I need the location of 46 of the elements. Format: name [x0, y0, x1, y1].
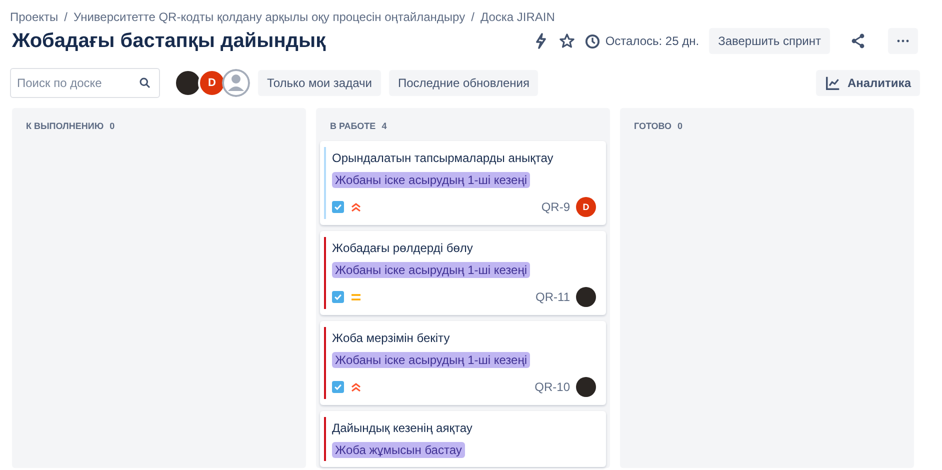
more-icon: [897, 39, 909, 43]
column-title: ГОТОВО: [634, 121, 672, 131]
epic-label: Жоба жұмысын бастау: [332, 442, 465, 458]
issue-card[interactable]: Жобадағы рөлдерді бөлу Жобаны іске асырудың 1-ші кезеңі QR-11: [320, 231, 606, 315]
assignee-avatar-photo: [576, 377, 596, 397]
card-title: Дайындық кезенің аяқтау: [332, 421, 474, 435]
card-title: Жоба мерзімін бекіту: [332, 331, 451, 345]
breadcrumb-link[interactable]: Доска JIRAIN: [480, 10, 555, 24]
filter-button[interactable]: Только мои задачи: [258, 70, 381, 96]
issue-key: QR-11: [536, 290, 570, 304]
assignee-avatar-photo: [576, 287, 596, 307]
priority-high-icon: [350, 201, 362, 213]
page-title: Жобадағы бастапқы дайындық: [11, 30, 326, 52]
priority-medium-icon: [350, 291, 362, 303]
column-title: В РАБОТЕ: [330, 121, 376, 131]
avatar[interactable]: D: [198, 69, 226, 97]
epic-label: Жобаны іске асырудың 1-ші кезеңі: [332, 172, 530, 188]
complete-sprint-button[interactable]: Завершить спринт: [709, 28, 830, 54]
card-title: Жобадағы рөлдерді бөлу: [332, 241, 474, 255]
chart-icon: [825, 76, 842, 90]
share-icon[interactable]: [850, 33, 866, 49]
priority-high-icon: [350, 381, 362, 393]
assignee-avatar: D: [576, 197, 596, 217]
star-icon[interactable]: [559, 33, 576, 49]
column-count: 0: [110, 121, 115, 131]
clock-icon: [585, 34, 600, 48]
issue-key: QR-9: [541, 200, 570, 214]
issue-card[interactable]: Дайындық кезенің аяқтау Жоба жұмысын бастау: [320, 411, 606, 467]
column-count: 4: [382, 121, 387, 131]
breadcrumb-separator: /: [471, 10, 474, 24]
search-icon: [139, 77, 151, 89]
search-field[interactable]: Поиск по доске: [10, 68, 160, 98]
filter-button[interactable]: Последние обновления: [388, 70, 538, 96]
column-title: К ВЫПОЛНЕНИЮ: [26, 121, 104, 131]
issue-card[interactable]: Жоба мерзімін бекіту Жобаны іске асырудың 1-ші кезеңі QR-10: [320, 321, 606, 405]
breadcrumb-link[interactable]: Университетте QR-кодты қолдану арқылы оқу процесін оңтайландыру: [74, 10, 466, 24]
epic-label: Жобаны іске асырудың 1-ші кезеңі: [332, 352, 530, 368]
analytics-button[interactable]: Аналитика: [816, 70, 920, 96]
column-count: 0: [678, 121, 683, 131]
card-title: Орындалатын тапсырмаларды анықтау: [332, 151, 554, 165]
breadcrumb-link[interactable]: Проекты: [10, 10, 58, 24]
remaining-time: Осталось: 25 дн.: [605, 34, 700, 48]
issue-card[interactable]: Орындалатын тапсырмаларды анықтау Жобаны іске асырудың 1-ші кезеңі QR-9 D: [320, 141, 606, 225]
epic-label: Жобаны іске асырудың 1-ші кезеңі: [332, 262, 530, 278]
issue-key: QR-10: [534, 380, 570, 394]
breadcrumb-separator: /: [64, 10, 68, 24]
